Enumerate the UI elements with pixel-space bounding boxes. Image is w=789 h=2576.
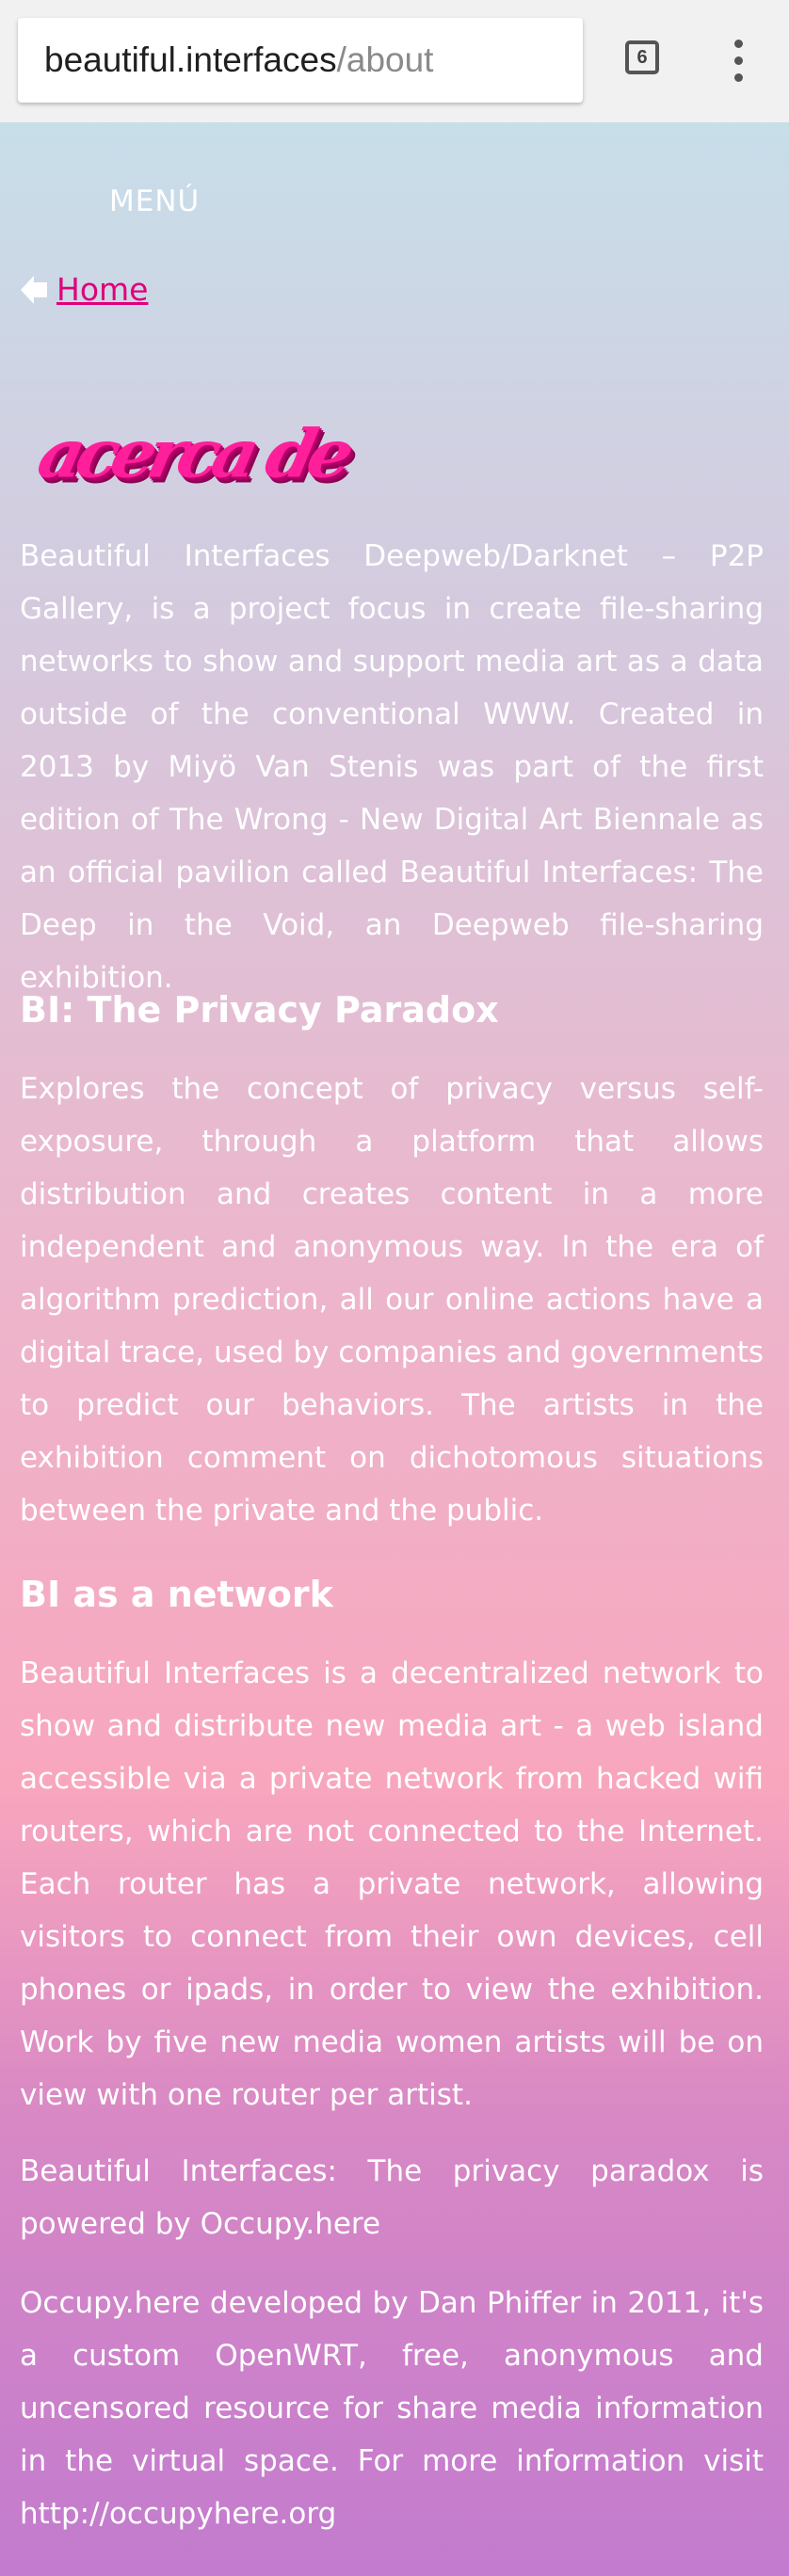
url-bar[interactable]: beautiful.interfaces/about [18, 18, 583, 103]
network-section: BI as a network [20, 1568, 764, 1621]
privacy-body: Explores the concept of privacy versus s… [20, 1063, 764, 1537]
powered-paragraph: Beautiful Interfaces: The privacy parado… [20, 2154, 764, 2241]
menu-button[interactable]: MENÚ [109, 184, 200, 218]
breadcrumb: Home [21, 271, 148, 308]
privacy-section: BI: The Privacy Paradox [20, 984, 764, 1036]
url-path: /about [336, 40, 434, 79]
tabs-icon[interactable]: 6 [625, 40, 659, 74]
privacy-paragraph: Explores the concept of privacy versus s… [20, 1072, 764, 1528]
network-paragraph: Beautiful Interfaces is a decentralized … [20, 1656, 764, 2112]
powered-block: Beautiful Interfaces: The privacy parado… [20, 2145, 764, 2250]
intro-block: Beautiful Interfaces Deepweb/Darknet – P… [20, 530, 764, 1004]
browser-toolbar: beautiful.interfaces/about 6 [0, 0, 789, 122]
network-heading: BI as a network [20, 1574, 333, 1615]
intro-paragraph: Beautiful Interfaces Deepweb/Darknet – P… [20, 539, 764, 995]
occupy-paragraph: Occupy.here developed by Dan Phiffer in … [20, 2286, 764, 2531]
network-body: Beautiful Interfaces is a decentralized … [20, 1647, 764, 2121]
home-arrow-icon [21, 275, 47, 304]
home-link[interactable]: Home [56, 271, 148, 308]
overflow-menu-icon[interactable] [725, 38, 753, 85]
url-host: beautiful.interfaces [44, 40, 337, 79]
page-logo: acerca de [31, 416, 354, 493]
privacy-heading: BI: The Privacy Paradox [20, 989, 499, 1031]
occupy-block: Occupy.here developed by Dan Phiffer in … [20, 2277, 764, 2540]
tab-count: 6 [636, 46, 648, 68]
